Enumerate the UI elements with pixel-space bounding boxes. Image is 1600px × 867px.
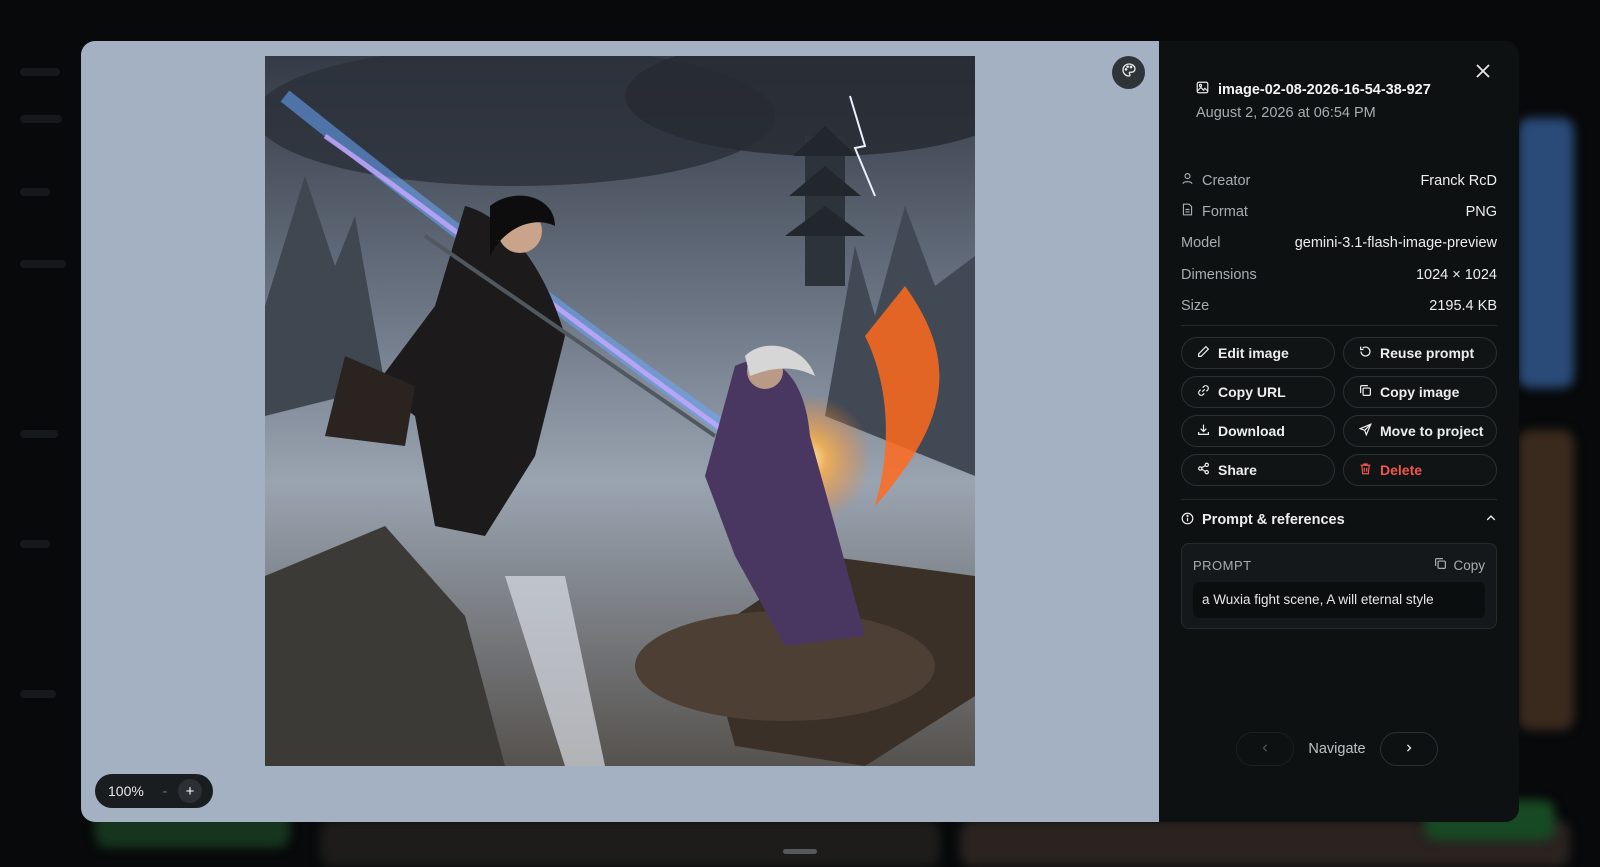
link-icon bbox=[1197, 384, 1210, 400]
chevron-up-icon bbox=[1485, 511, 1497, 529]
model-value: gemini-3.1-flash-image-preview bbox=[1294, 235, 1497, 252]
meta-row-model: Model gemini-3.1-flash-image-preview bbox=[1181, 228, 1497, 259]
share-icon bbox=[1197, 462, 1210, 478]
prompt-text: a Wuxia fight scene, A will eternal styl… bbox=[1193, 582, 1485, 618]
reuse-prompt-label: Reuse prompt bbox=[1380, 345, 1475, 361]
palette-icon bbox=[1121, 62, 1137, 83]
download-button[interactable]: Download bbox=[1181, 415, 1335, 447]
copy-icon bbox=[1359, 384, 1372, 400]
format-value: PNG bbox=[1465, 203, 1497, 220]
background-text bbox=[20, 690, 56, 698]
zoom-value: 100% bbox=[108, 783, 144, 799]
download-label: Download bbox=[1218, 423, 1285, 439]
palette-button[interactable] bbox=[1112, 56, 1145, 89]
navigation-controls: Navigate bbox=[1236, 731, 1438, 767]
dimensions-value: 1024 × 1024 bbox=[1415, 266, 1497, 283]
image-detail-modal: 100% - + image-02-08-2026-16-54-38-927 A… bbox=[81, 41, 1519, 822]
share-button[interactable]: Share bbox=[1181, 454, 1335, 486]
reuse-prompt-button[interactable]: Reuse prompt bbox=[1343, 337, 1497, 369]
file-icon bbox=[1181, 203, 1194, 220]
background-text bbox=[20, 68, 60, 76]
chevron-left-icon bbox=[1260, 740, 1270, 758]
pencil-icon bbox=[1197, 345, 1210, 361]
format-label: Format bbox=[1202, 203, 1248, 220]
rotate-icon bbox=[1359, 345, 1372, 361]
creator-label: Creator bbox=[1202, 172, 1251, 189]
background-text bbox=[20, 188, 50, 196]
divider bbox=[1181, 325, 1497, 326]
background-card bbox=[1518, 430, 1574, 730]
prompt-label: PROMPT bbox=[1193, 557, 1252, 573]
copy-image-button[interactable]: Copy image bbox=[1343, 376, 1497, 408]
info-icon bbox=[1181, 512, 1194, 529]
divider bbox=[1181, 499, 1497, 500]
zoom-in-button[interactable]: + bbox=[178, 779, 202, 803]
background-text bbox=[20, 260, 66, 268]
meta-row-dimensions: Dimensions 1024 × 1024 bbox=[1181, 259, 1497, 290]
background-text bbox=[20, 430, 58, 438]
artwork-illustration bbox=[265, 56, 975, 766]
close-button[interactable] bbox=[1469, 59, 1497, 87]
zoom-controls: 100% - + bbox=[95, 774, 213, 808]
dimensions-label: Dimensions bbox=[1181, 266, 1257, 283]
meta-row-size: Size 2195.4 KB bbox=[1181, 290, 1497, 321]
details-panel: image-02-08-2026-16-54-38-927 August 2, … bbox=[1159, 41, 1519, 822]
file-name: image-02-08-2026-16-54-38-927 bbox=[1218, 81, 1431, 98]
download-icon bbox=[1197, 423, 1210, 439]
file-header: image-02-08-2026-16-54-38-927 August 2, … bbox=[1196, 81, 1431, 122]
size-value: 2195.4 KB bbox=[1429, 297, 1497, 314]
background-card bbox=[1518, 118, 1574, 388]
action-buttons: Edit image Reuse prompt Copy URL Copy im… bbox=[1181, 337, 1497, 486]
chevron-right-icon bbox=[1404, 740, 1414, 758]
copy-prompt-button[interactable]: Copy bbox=[1434, 557, 1485, 573]
metadata-list: Creator Franck RcD Format PNG Model gemi… bbox=[1181, 165, 1497, 321]
delete-label: Delete bbox=[1380, 462, 1423, 478]
copy-icon bbox=[1434, 557, 1447, 573]
prompt-section-title: Prompt & references bbox=[1202, 512, 1345, 528]
edit-image-label: Edit image bbox=[1218, 345, 1289, 361]
background-text bbox=[20, 540, 50, 548]
move-to-project-label: Move to project bbox=[1380, 423, 1484, 439]
zoom-out-button[interactable]: - bbox=[152, 783, 178, 800]
drag-handle[interactable] bbox=[783, 849, 817, 854]
background-text bbox=[20, 115, 62, 123]
copy-url-label: Copy URL bbox=[1218, 384, 1286, 400]
delete-button[interactable]: Delete bbox=[1343, 454, 1497, 486]
background-card bbox=[320, 820, 940, 867]
size-label: Size bbox=[1181, 297, 1210, 314]
share-label: Share bbox=[1218, 462, 1257, 478]
image-viewer: 100% - + bbox=[81, 41, 1159, 822]
move-to-project-button[interactable]: Move to project bbox=[1343, 415, 1497, 447]
send-icon bbox=[1358, 423, 1372, 439]
copy-prompt-label: Copy bbox=[1453, 557, 1485, 573]
generated-image[interactable] bbox=[265, 56, 975, 766]
close-icon bbox=[1475, 63, 1491, 84]
next-button[interactable] bbox=[1379, 732, 1438, 766]
meta-row-format: Format PNG bbox=[1181, 196, 1497, 227]
creator-value: Franck RcD bbox=[1420, 172, 1497, 189]
user-icon bbox=[1181, 172, 1194, 189]
prompt-section-toggle[interactable]: Prompt & references bbox=[1181, 511, 1497, 529]
previous-button[interactable] bbox=[1236, 732, 1294, 766]
trash-icon bbox=[1359, 462, 1372, 478]
copy-image-label: Copy image bbox=[1380, 384, 1460, 400]
edit-image-button[interactable]: Edit image bbox=[1181, 337, 1335, 369]
file-date: August 2, 2026 at 06:54 PM bbox=[1196, 105, 1376, 121]
copy-url-button[interactable]: Copy URL bbox=[1181, 376, 1335, 408]
navigate-label: Navigate bbox=[1308, 741, 1366, 757]
meta-row-creator: Creator Franck RcD bbox=[1181, 165, 1497, 196]
model-label: Model bbox=[1181, 235, 1221, 252]
prompt-box: PROMPT Copy a Wuxia fight scene, A will … bbox=[1181, 543, 1497, 629]
image-file-icon bbox=[1196, 81, 1209, 98]
